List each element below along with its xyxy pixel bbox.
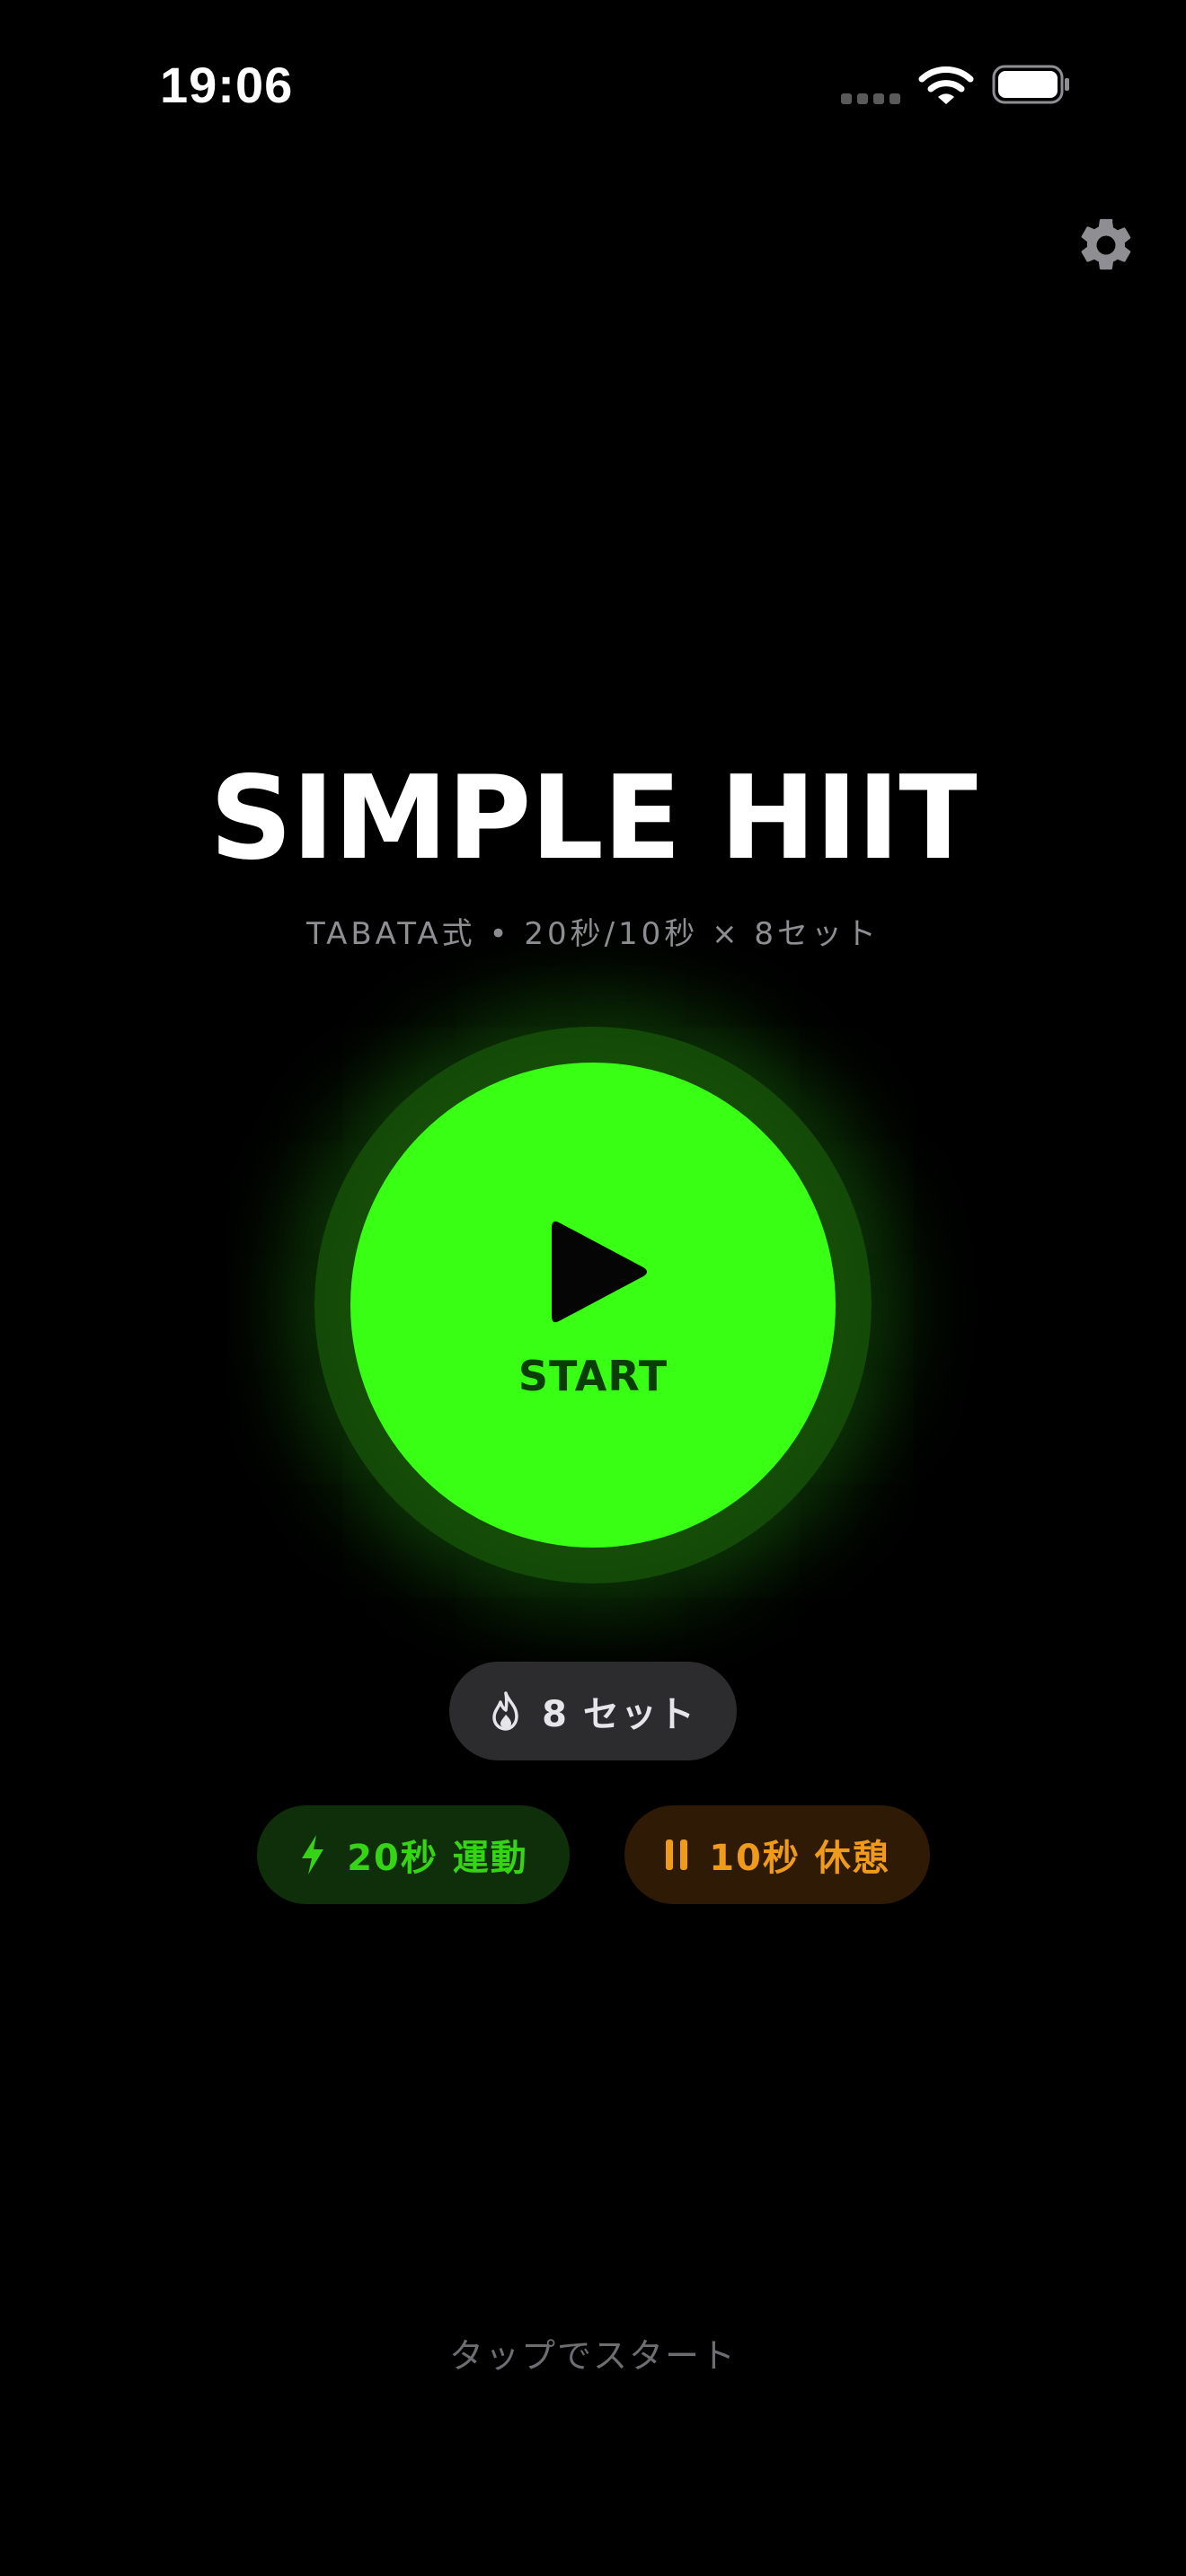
pause-icon <box>666 1839 688 1870</box>
play-icon <box>552 1221 647 1323</box>
status-time: 19:06 <box>160 57 294 113</box>
work-duration-label: 20秒 運動 <box>347 1838 528 1879</box>
app-subtitle: TABATA式 • 20秒/10秒 × 8セット <box>305 916 881 952</box>
bolt-icon <box>302 1835 324 1875</box>
sets-badge[interactable]: 8 セット <box>449 1662 737 1760</box>
battery-icon <box>992 65 1069 104</box>
gear-icon[interactable] <box>1075 214 1137 277</box>
flame-icon <box>492 1691 518 1731</box>
tap-to-start-hint: タップでスタート <box>448 2336 737 2376</box>
cellular-signal-icon <box>841 93 902 106</box>
rest-duration-badge[interactable]: 10秒 休憩 <box>624 1805 930 1904</box>
wifi-icon <box>918 66 974 104</box>
app-title: SIMPLE HIIT <box>209 752 977 886</box>
start-button[interactable]: START <box>350 1063 836 1548</box>
rest-duration-label: 10秒 休憩 <box>709 1838 890 1879</box>
start-label: START <box>518 1352 668 1400</box>
work-duration-badge[interactable]: 20秒 運動 <box>257 1805 570 1904</box>
sets-label: 8 セット <box>542 1694 696 1735</box>
